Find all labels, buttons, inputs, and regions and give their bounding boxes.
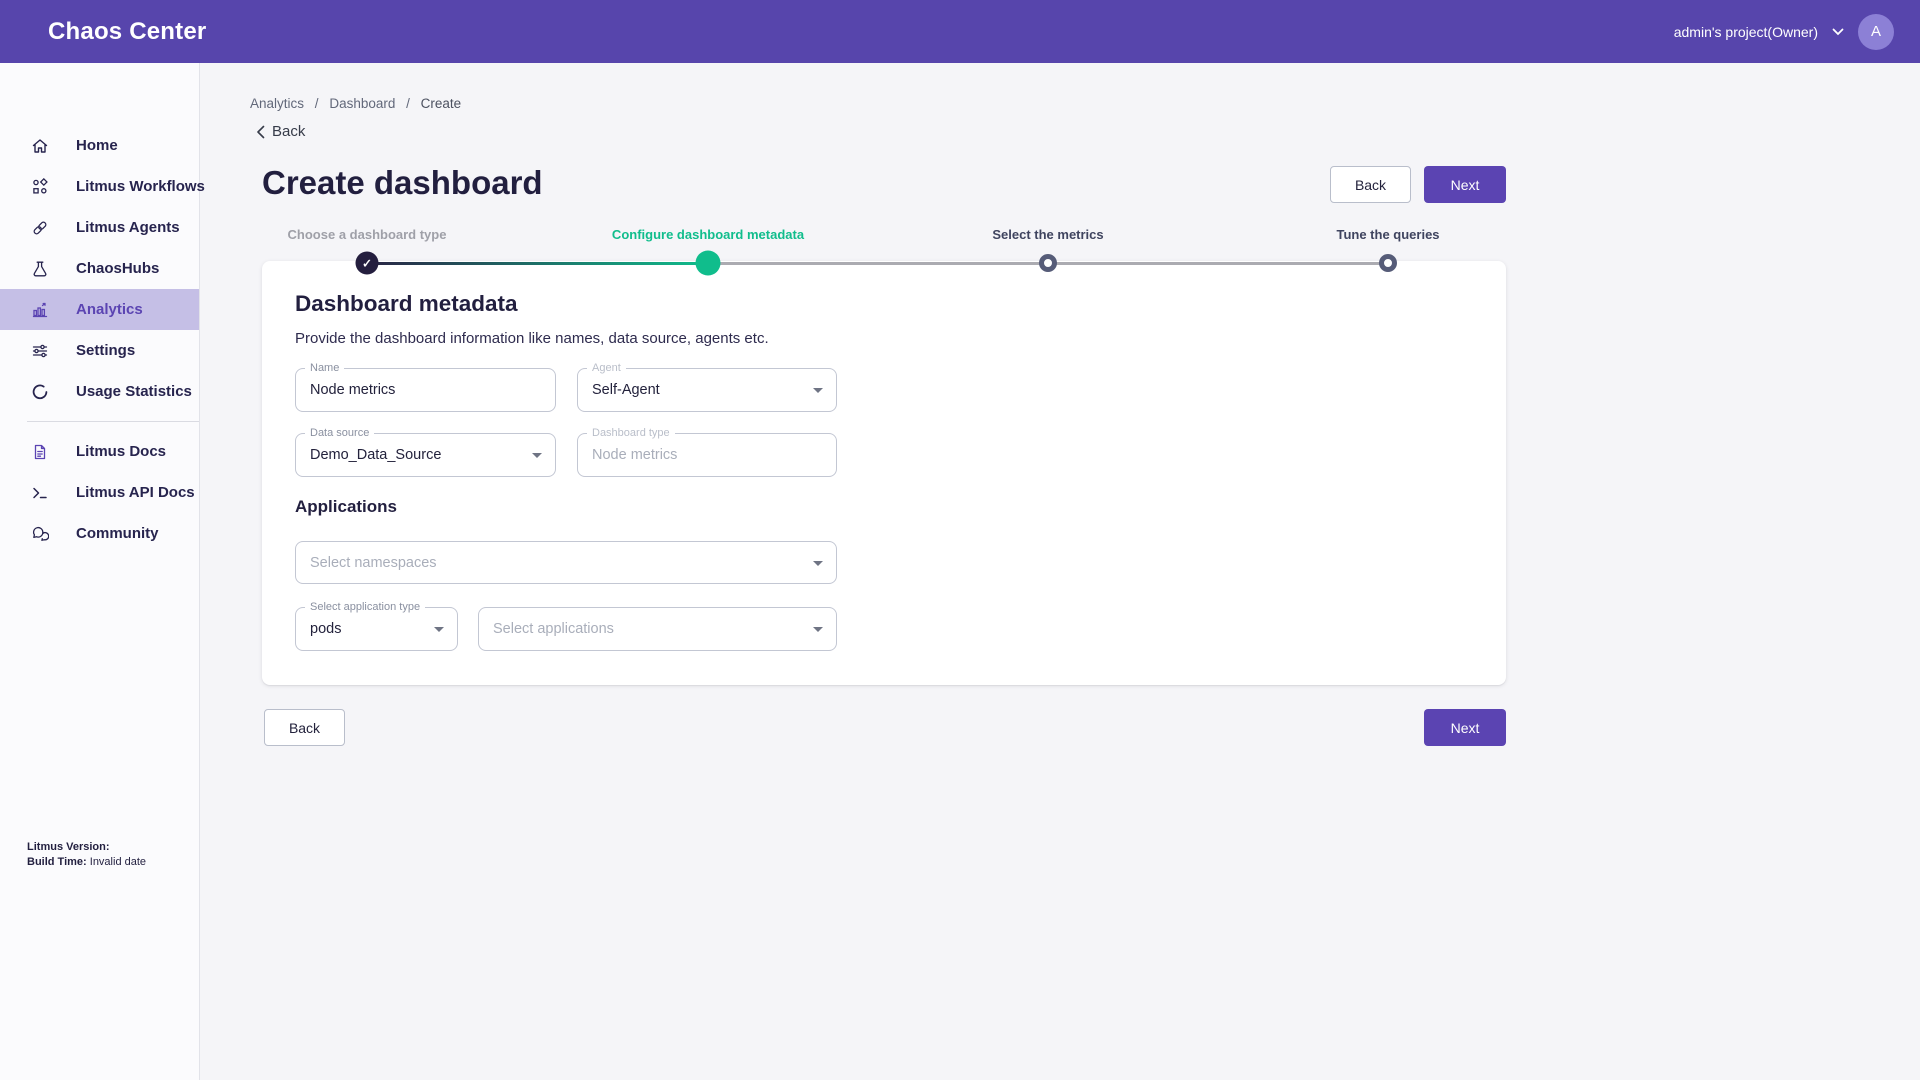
- sidebar: Home Litmus Workflows Litmus Agents: [0, 63, 200, 1080]
- name-input[interactable]: [296, 369, 555, 411]
- sidebar-item-analytics[interactable]: Analytics: [0, 289, 199, 330]
- sidebar-item-settings[interactable]: Settings: [0, 330, 199, 371]
- applications-input[interactable]: [479, 608, 836, 650]
- chevron-left-icon: [256, 125, 265, 139]
- breadcrumb-analytics[interactable]: Analytics: [250, 96, 304, 111]
- dashboard-type-input[interactable]: [578, 434, 836, 476]
- sidebar-item-litmus-workflows[interactable]: Litmus Workflows: [0, 166, 199, 207]
- home-icon: [31, 137, 49, 155]
- sidebar-item-label: Usage Statistics: [76, 383, 192, 400]
- sidebar-item-litmus-agents[interactable]: Litmus Agents: [0, 207, 199, 248]
- data-source-selected-value: Demo_Data_Source: [310, 434, 527, 476]
- data-source-select[interactable]: Data source Demo_Data_Source: [295, 433, 556, 477]
- applications-heading: Applications: [295, 497, 397, 517]
- breadcrumb-separator: /: [406, 96, 410, 111]
- chaoshubs-icon: [31, 260, 49, 278]
- next-button-bottom[interactable]: Next: [1424, 709, 1506, 746]
- sidebar-item-label: Community: [76, 525, 159, 542]
- sidebar-item-chaoshubs[interactable]: ChaosHubs: [0, 248, 199, 289]
- check-icon: ✓: [362, 256, 372, 270]
- back-button-bottom[interactable]: Back: [264, 709, 345, 746]
- sidebar-item-label: Settings: [76, 342, 135, 359]
- breadcrumb-separator: /: [315, 96, 319, 111]
- dashboard-type-field[interactable]: Dashboard type: [577, 433, 837, 477]
- sidebar-item-label: Litmus Docs: [76, 443, 166, 460]
- step-dot-pending: [1379, 254, 1397, 272]
- breadcrumb-create: Create: [421, 96, 462, 111]
- name-field-label: Name: [305, 362, 344, 374]
- applications-select[interactable]: [478, 607, 837, 651]
- project-selector-label[interactable]: admin's project(Owner): [1674, 24, 1818, 40]
- page-title: Create dashboard: [262, 164, 543, 202]
- card-subtitle: Provide the dashboard information like n…: [295, 330, 769, 347]
- sidebar-item-home[interactable]: Home: [0, 125, 199, 166]
- agents-icon: [31, 219, 49, 237]
- step-label-choose-dashboard-type: Choose a dashboard type: [288, 227, 447, 242]
- sidebar-item-litmus-api-docs[interactable]: Litmus API Docs: [0, 472, 199, 513]
- back-button-top[interactable]: Back: [1330, 166, 1411, 203]
- stepper: Choose a dashboard type Configure dashbo…: [262, 225, 1506, 305]
- main-content: Analytics / Dashboard / Create Back Crea…: [200, 63, 1920, 1080]
- sidebar-item-label: ChaosHubs: [76, 260, 159, 277]
- sidebar-item-label: Analytics: [76, 301, 143, 318]
- breadcrumb: Analytics / Dashboard / Create: [250, 96, 461, 111]
- application-type-select[interactable]: Select application type pods: [295, 607, 458, 651]
- sidebar-item-community[interactable]: Community: [0, 513, 199, 554]
- sidebar-item-label: Home: [76, 137, 118, 154]
- namespaces-input[interactable]: [296, 542, 836, 583]
- breadcrumb-dashboard[interactable]: Dashboard: [329, 96, 395, 111]
- agent-selected-value: Self-Agent: [592, 369, 808, 411]
- app-header: Chaos Center admin's project(Owner) A: [0, 0, 1920, 63]
- agent-select[interactable]: Agent Self-Agent: [577, 368, 837, 412]
- stepper-connector: [1048, 262, 1388, 265]
- litmus-version-label: Litmus Version:: [27, 841, 110, 853]
- sidebar-item-label: Litmus Agents: [76, 219, 180, 236]
- step-label-configure-metadata: Configure dashboard metadata: [612, 227, 804, 242]
- step-dot-completed: ✓: [356, 252, 379, 275]
- analytics-icon: [31, 301, 49, 319]
- build-time-label: Build Time:: [27, 856, 87, 868]
- back-link[interactable]: Back: [256, 123, 305, 140]
- dashboard-metadata-card: Dashboard metadata Provide the dashboard…: [262, 261, 1506, 685]
- stepper-connector: [708, 262, 1048, 265]
- dropdown-caret-icon[interactable]: [532, 453, 542, 458]
- dropdown-caret-icon[interactable]: [434, 627, 444, 632]
- community-icon: [31, 525, 49, 543]
- settings-icon: [31, 342, 49, 360]
- sidebar-item-litmus-docs[interactable]: Litmus Docs: [0, 431, 199, 472]
- docs-icon: [31, 443, 49, 461]
- dropdown-caret-icon[interactable]: [813, 388, 823, 393]
- dropdown-caret-icon[interactable]: [813, 561, 823, 566]
- sidebar-divider: [27, 421, 199, 422]
- app-title: Chaos Center: [48, 18, 206, 46]
- avatar[interactable]: A: [1858, 14, 1894, 50]
- build-time-value: Invalid date: [87, 856, 146, 868]
- name-field[interactable]: Name: [295, 368, 556, 412]
- dropdown-caret-icon[interactable]: [813, 627, 823, 632]
- sidebar-item-usage-statistics[interactable]: Usage Statistics: [0, 371, 199, 412]
- namespaces-select[interactable]: [295, 541, 837, 584]
- sidebar-item-label: Litmus Workflows: [76, 178, 205, 195]
- sidebar-version-info: Litmus Version: Build Time: Invalid date: [27, 840, 146, 870]
- step-label-tune-queries: Tune the queries: [1336, 227, 1439, 242]
- sidebar-item-label: Litmus API Docs: [76, 484, 195, 501]
- back-link-label: Back: [272, 123, 305, 140]
- stepper-connector: [367, 262, 708, 265]
- workflows-icon: [31, 178, 49, 196]
- application-type-value: pods: [310, 608, 429, 650]
- dashboard-type-field-label: Dashboard type: [587, 427, 675, 439]
- usage-statistics-icon: [31, 383, 49, 401]
- chevron-down-icon[interactable]: [1832, 28, 1844, 36]
- step-dot-pending: [1039, 254, 1057, 272]
- next-button-top[interactable]: Next: [1424, 166, 1506, 203]
- step-dot-active: [696, 251, 721, 276]
- step-label-select-metrics: Select the metrics: [992, 227, 1103, 242]
- terminal-icon: [31, 484, 49, 502]
